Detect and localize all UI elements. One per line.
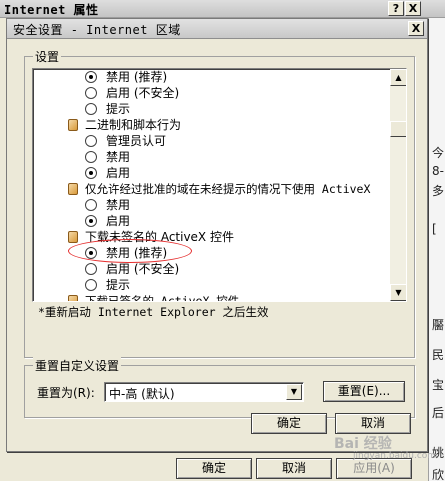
category-label: 二进制和脚本行为	[85, 118, 182, 132]
bg-text: 欣	[432, 468, 445, 481]
annotation-ellipse	[68, 239, 192, 263]
outer-title-bar: Internet 属性 ? X	[0, 0, 445, 18]
option-label: 启用	[106, 166, 131, 180]
option-label: 启用 (不安全)	[106, 86, 180, 100]
bg-text: 后	[432, 406, 445, 420]
dialog-ok-button[interactable]: 确定	[251, 413, 327, 434]
scrollbar-thumb[interactable]	[390, 121, 406, 137]
option-label: 禁用	[106, 198, 131, 212]
radio-button[interactable]	[85, 279, 97, 291]
option-label: 提示	[106, 278, 131, 292]
scroll-up-icon[interactable]: ▲	[390, 69, 406, 86]
option-label: 管理员认可	[106, 134, 167, 148]
security-settings-dialog: 安全设置 - Internet 区域 X 设置 禁用 (推荐) 启用 (不安全)…	[6, 18, 428, 452]
radio-button[interactable]	[85, 167, 97, 179]
bg-text: [	[432, 222, 437, 236]
option-label: 禁用 (推荐)	[106, 70, 168, 84]
option-label: 禁用	[106, 150, 131, 164]
reset-button[interactable]: 重置(E)...	[323, 381, 405, 402]
radio-button[interactable]	[85, 215, 97, 227]
background-page-fragment: 今 8- 多 [ 靨 民 宝 后 姚 欣	[428, 18, 445, 481]
settings-category-icon	[68, 295, 78, 301]
outer-cancel-button[interactable]: 取消	[256, 458, 332, 479]
settings-group-label: 设置	[33, 48, 62, 65]
outer-close-button[interactable]: X	[405, 1, 421, 16]
radio-button[interactable]	[85, 87, 97, 99]
settings-list[interactable]: 禁用 (推荐) 启用 (不安全) 提示 二进制和脚本行为 管理员认可 禁用 启用…	[32, 68, 407, 302]
bg-text: 多	[432, 184, 445, 198]
reset-level-value: 中-高 (默认)	[109, 387, 175, 401]
option-label: 提示	[106, 102, 131, 116]
radio-button[interactable]	[85, 135, 97, 147]
dialog-title-bar: 安全设置 - Internet 区域 X	[7, 19, 427, 39]
reset-group-label: 重置自定义设置	[33, 357, 122, 374]
bg-text: 今	[432, 146, 445, 160]
radio-button[interactable]	[85, 103, 97, 115]
help-button[interactable]: ?	[388, 1, 404, 16]
settings-category-icon	[68, 183, 78, 195]
reset-level-select[interactable]: 中-高 (默认) ▼	[104, 382, 304, 402]
reset-to-label: 重置为(R):	[37, 386, 95, 400]
radio-button[interactable]	[85, 71, 97, 83]
apply-button[interactable]: 应用(A)	[336, 458, 412, 479]
radio-button[interactable]	[85, 199, 97, 211]
bg-text: 民	[432, 348, 445, 362]
settings-group: 设置 禁用 (推荐) 启用 (不安全) 提示 二进制和脚本行为 管理员认可 禁用…	[24, 48, 415, 358]
outer-window-title: Internet 属性	[4, 3, 99, 17]
radio-button[interactable]	[85, 263, 97, 275]
watermark-logo: Bai 经验	[334, 436, 392, 452]
dialog-cancel-button[interactable]: 取消	[335, 413, 411, 434]
bg-text: 靨	[432, 318, 445, 332]
bg-text: 8-	[432, 164, 444, 178]
outer-ok-button[interactable]: 确定	[176, 458, 252, 479]
settings-category-icon	[68, 119, 78, 131]
settings-category-icon	[68, 231, 78, 243]
restart-note: *重新启动 Internet Explorer 之后生效	[38, 305, 269, 319]
category-label: 下载已签名的 ActiveX 控件	[85, 294, 240, 302]
watermark-url: jingyan.baidu.com	[353, 451, 437, 461]
reset-custom-settings-group: 重置自定义设置 重置为(R): 中-高 (默认) ▼ 重置(E)...	[24, 357, 415, 418]
chevron-down-icon[interactable]: ▼	[286, 384, 302, 400]
category-label: 仅允许经过批准的域在未经提示的情况下使用 ActiveX	[85, 182, 371, 196]
scroll-down-icon[interactable]: ▼	[390, 284, 406, 301]
settings-scrollbar[interactable]: ▲ ▼	[390, 69, 406, 301]
option-label: 启用	[106, 214, 131, 228]
option-label: 启用 (不安全)	[106, 262, 180, 276]
dialog-close-button[interactable]: X	[408, 21, 424, 36]
radio-button[interactable]	[85, 151, 97, 163]
dialog-title: 安全设置 - Internet 区域	[13, 23, 181, 37]
bg-text: 宝	[432, 378, 445, 392]
